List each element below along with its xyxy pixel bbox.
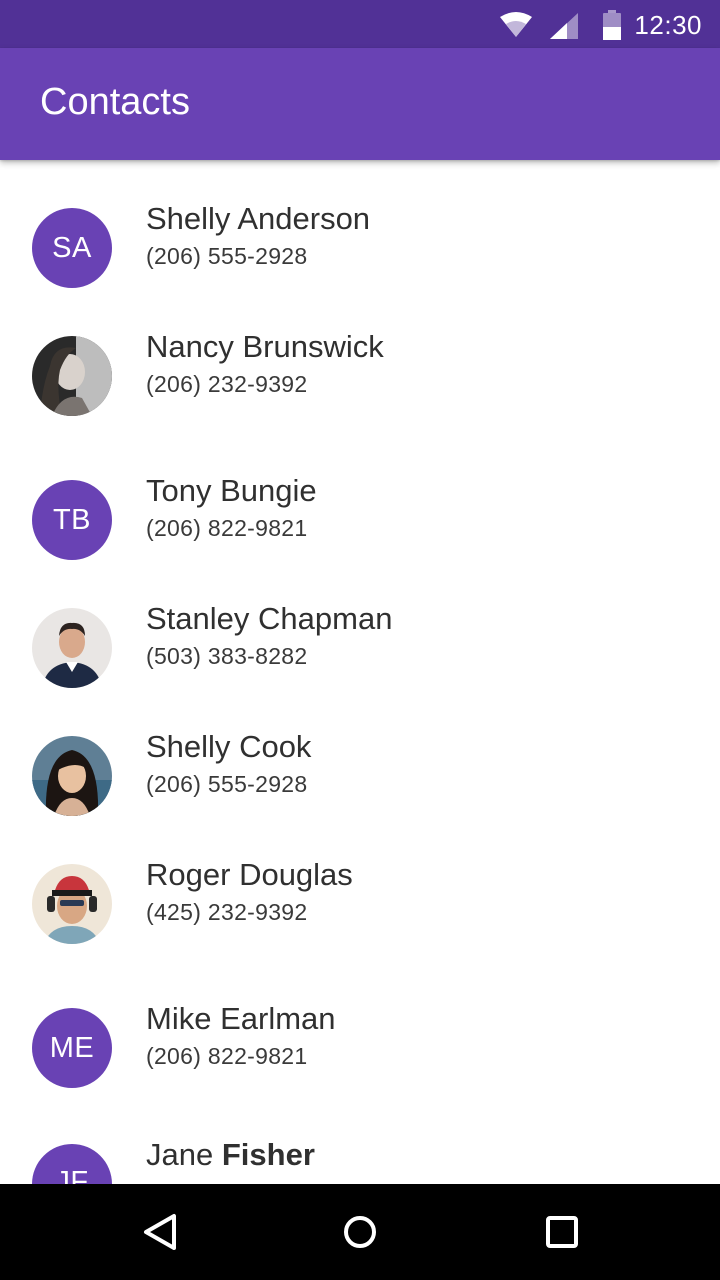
- contact-last-name: Cook: [239, 729, 312, 764]
- avatar-initials: TB: [32, 480, 112, 560]
- status-bar: 12:30: [0, 0, 720, 48]
- contact-name: Roger Douglas: [146, 857, 353, 893]
- avatar-initials: SA: [32, 208, 112, 288]
- contact-item[interactable]: Nancy Brunswick (206) 232-9392: [0, 329, 720, 456]
- page-title: Contacts: [40, 81, 190, 123]
- contact-item[interactable]: SA Shelly Anderson (206) 555-2928: [0, 201, 720, 328]
- contact-phone: (206) 555-2928: [146, 771, 308, 797]
- contact-name: Jane Fisher: [146, 1137, 315, 1173]
- contact-first-name: Tony: [146, 473, 212, 508]
- recents-button[interactable]: [530, 1200, 594, 1264]
- recents-icon: [546, 1216, 578, 1248]
- home-icon: [344, 1216, 376, 1248]
- contact-item[interactable]: Roger Douglas (425) 232-9392: [0, 857, 720, 984]
- contact-last-name: Bungie: [220, 473, 317, 508]
- contact-first-name: Mike: [146, 1001, 212, 1036]
- contact-name: Shelly Cook: [146, 729, 311, 765]
- navigation-bar: [0, 1184, 720, 1280]
- signal-icon: [550, 13, 578, 39]
- avatar-photo: [32, 608, 112, 688]
- contact-first-name: Shelly: [146, 729, 231, 764]
- contact-list[interactable]: SA Shelly Anderson (206) 555-2928 Nancy …: [0, 160, 720, 1184]
- contact-last-name: Fisher: [221, 1137, 315, 1172]
- contact-last-name: Brunswick: [242, 329, 384, 364]
- contact-phone: (206) 555-2928: [146, 243, 308, 269]
- contact-last-name: Anderson: [237, 201, 371, 236]
- avatar-initials: ME: [32, 1008, 112, 1088]
- contact-item[interactable]: Stanley Chapman (503) 383-8282: [0, 601, 720, 728]
- contact-phone: (503) 383-8282: [146, 643, 308, 669]
- wifi-icon: [500, 12, 532, 37]
- contact-phone: (206) 232-9392: [146, 371, 308, 397]
- contact-item[interactable]: TB Tony Bungie (206) 822-9821: [0, 473, 720, 600]
- contact-item[interactable]: JF Jane Fisher: [0, 1137, 720, 1184]
- status-time: 12:30: [634, 10, 702, 40]
- contact-name: Mike Earlman: [146, 1001, 336, 1037]
- contact-phone: (206) 822-9821: [146, 515, 308, 541]
- back-button[interactable]: [128, 1200, 192, 1264]
- contact-item[interactable]: ME Mike Earlman (206) 822-9821: [0, 1001, 720, 1128]
- app-bar: Contacts: [0, 48, 720, 160]
- contact-first-name: Nancy: [146, 329, 234, 364]
- contact-phone: (206) 822-9821: [146, 1043, 308, 1069]
- contact-name: Shelly Anderson: [146, 201, 370, 237]
- contact-name: Nancy Brunswick: [146, 329, 384, 365]
- contact-first-name: Jane: [146, 1137, 214, 1172]
- battery-icon: [603, 10, 621, 40]
- contact-first-name: Roger: [146, 857, 231, 892]
- contact-phone: (425) 232-9392: [146, 899, 308, 925]
- back-icon: [144, 1214, 176, 1250]
- contact-last-name: Douglas: [239, 857, 353, 892]
- contact-last-name: Earlman: [220, 1001, 336, 1036]
- contact-name: Tony Bungie: [146, 473, 317, 509]
- avatar-photo: [32, 336, 112, 416]
- contact-name: Stanley Chapman: [146, 601, 392, 637]
- home-button[interactable]: [328, 1200, 392, 1264]
- avatar-photo: [32, 736, 112, 816]
- contact-item[interactable]: Shelly Cook (206) 555-2928: [0, 729, 720, 856]
- avatar-photo: [32, 864, 112, 944]
- contact-first-name: Stanley: [146, 601, 250, 636]
- avatar-initials: JF: [32, 1144, 112, 1184]
- contact-first-name: Shelly: [146, 201, 231, 236]
- contact-last-name: Chapman: [258, 601, 393, 636]
